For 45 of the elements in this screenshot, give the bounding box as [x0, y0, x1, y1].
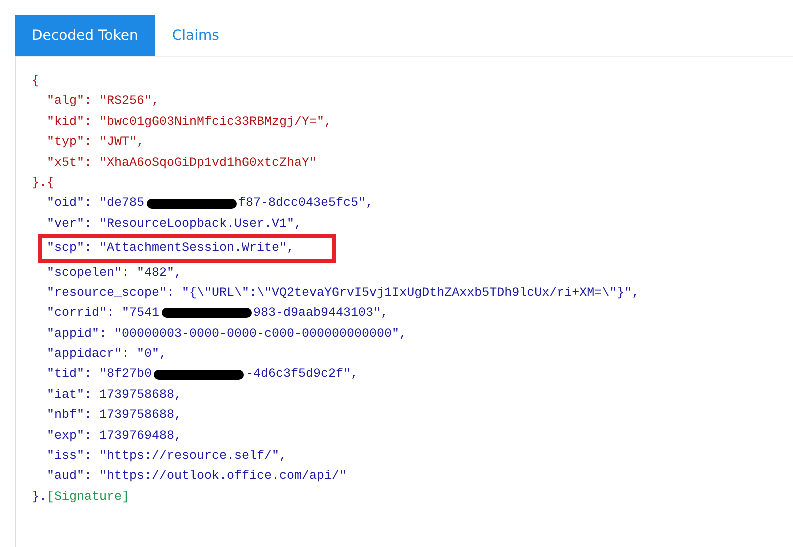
- json-value: "{\"URL\":\"VQ2tevaYGrvI5vj1IxUgDthZAxxb5TDh9lcUx/ri+XM=\"}",: [182, 284, 640, 302]
- json-value: "RS256",: [100, 93, 160, 110]
- tab[interactable]: Decoded Token: [15, 15, 156, 56]
- json-brace: {: [32, 73, 40, 90]
- json-value: 1739769488,: [100, 428, 182, 445]
- json-key: "iat":: [47, 384, 92, 406]
- json-key: "resource_scope":: [47, 282, 175, 304]
- json-key: "oid":: [47, 193, 92, 214]
- json-value: f87-8dcc043e5fc5",: [238, 195, 374, 212]
- json-key: "alg":: [47, 91, 92, 112]
- json-key: "scp":: [47, 238, 92, 259]
- json-key: "appid":: [47, 324, 108, 344]
- json-value: 1739758688,: [100, 407, 182, 424]
- json-value: "de785: [100, 195, 145, 212]
- json-value: "482",: [137, 264, 182, 282]
- json-value: -4d6c3f5d9c2f",: [246, 366, 359, 384]
- json-key: "corrid":: [47, 303, 115, 324]
- json-key: "tid":: [47, 364, 92, 385]
- json-key: "typ":: [47, 132, 92, 153]
- json-key: "appidacr":: [47, 344, 130, 364]
- json-value: 983-d9aab9443103",: [254, 305, 389, 322]
- json-key: "iss":: [47, 446, 92, 466]
- signature-label: [Signature]: [47, 488, 130, 506]
- json-value: "AttachmentSession.Write",: [100, 240, 295, 258]
- json-key: "kid":: [47, 112, 92, 132]
- json-value: "XhaA6oSqoGiDp1vd1hG0xtcZhaY": [100, 154, 318, 172]
- json-value: "8f27b0: [100, 366, 152, 384]
- json-value: "ResourceLoopback.User.V1",: [100, 216, 302, 233]
- json-key: "x5t":: [47, 152, 92, 173]
- json-key: "ver":: [47, 214, 92, 234]
- json-value: "https://resource.self/",: [100, 448, 288, 466]
- json-value: "https://outlook.office.com/api/": [100, 468, 348, 486]
- json-value: "00000003-0000-0000-c000-000000000000",: [114, 326, 408, 343]
- json-key: "nbf":: [47, 405, 92, 426]
- json-value: 1739758688,: [100, 386, 182, 404]
- json-key: "scopelen":: [47, 262, 130, 283]
- json-key: "exp":: [47, 426, 92, 446]
- json-brace: }.{: [32, 174, 55, 192]
- json-value: "0",: [137, 346, 168, 364]
- json-key: "aud":: [47, 466, 92, 487]
- json-brace: }.: [32, 488, 48, 506]
- json-value: "JWT",: [100, 134, 145, 152]
- json-value: "7541: [122, 305, 160, 322]
- json-value: "bwc01gG03NinMfcic33RBMzgj/Y=",: [100, 114, 332, 131]
- tab[interactable]: Claims: [155, 15, 236, 56]
